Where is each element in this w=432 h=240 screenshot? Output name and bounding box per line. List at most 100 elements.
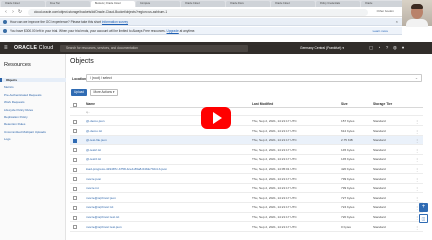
kebab-icon[interactable]: ⋮ xyxy=(415,184,419,193)
row-checkbox[interactable] xyxy=(73,119,77,124)
object-name-link[interactable]: @-test3.txt xyxy=(86,155,246,164)
table-row[interactable]: @-test-file.json Thu, Sep 2, 2021, 14:21:… xyxy=(70,136,423,146)
table-row[interactable]: @-test3.txt Thu, Sep 2, 2021, 14:21:17 UT… xyxy=(70,155,423,165)
sidebar-item-work-requests[interactable]: Work Requests xyxy=(4,100,24,104)
kebab-icon[interactable]: ⋮ xyxy=(415,165,419,174)
back-icon[interactable]: ‹ xyxy=(3,9,9,15)
column-size[interactable]: Size xyxy=(341,100,348,108)
kebab-icon[interactable]: ⋮ xyxy=(415,117,419,126)
sidebar-item-uncommitted-multipart-uploads[interactable]: Uncommitted Multipart Uploads xyxy=(4,130,46,134)
other-bookmarks[interactable]: Other bookm xyxy=(377,9,394,13)
table-row[interactable]: @-test2.txt Thu, Sep 2, 2021, 14:21:17 UT… xyxy=(70,146,423,155)
survey-banner: How can we improve the OCI experience? P… xyxy=(0,18,402,26)
kebab-icon[interactable]: ⋮ xyxy=(415,146,419,155)
filter-input[interactable]: q... xyxy=(86,108,90,116)
learn-more-link[interactable]: Learn more xyxy=(373,27,388,35)
feedback-icon[interactable]: ◫ xyxy=(419,214,428,223)
select-all-checkbox[interactable] xyxy=(73,102,77,107)
upgrade-link[interactable]: Upgrade xyxy=(167,29,179,33)
sidebar-item-replication-policy[interactable]: Replication Policy xyxy=(4,115,28,119)
storage-tier-cell: Standard xyxy=(373,157,386,162)
notifications-icon[interactable]: ◔ xyxy=(376,45,382,51)
storage-tier-cell: Standard xyxy=(373,176,386,181)
kebab-icon[interactable]: ⋮ xyxy=(415,155,419,164)
table-row[interactable]: mocre@orphnorr.test.json Thu, Sep 2, 2021… xyxy=(70,223,423,232)
last-modified-cell: Thu, Sep 2, 2021, 14:21:17 UTC xyxy=(252,205,297,210)
table-row[interactable]: @-demo.json Thu, Sep 2, 2021, 14:21:17 UT… xyxy=(70,117,423,127)
row-checkbox[interactable] xyxy=(73,177,77,182)
kebab-icon[interactable]: ⋮ xyxy=(415,194,419,203)
hamburger-icon[interactable]: ≡ xyxy=(4,45,10,51)
profile-icon[interactable]: ● xyxy=(400,45,406,51)
kebab-icon[interactable]: ⋮ xyxy=(415,175,419,184)
object-name-link[interactable]: load-progress-419487c-b758-4ce4-86a8-64b… xyxy=(86,165,246,174)
address-bar[interactable]: cloud.oracle.com/object-storage/buckets/… xyxy=(28,8,368,16)
help-widget-icon[interactable]: + xyxy=(419,203,428,212)
column-name[interactable]: Name xyxy=(86,100,95,108)
table-row[interactable]: mocre@orphnorr.txt Thu, Sep 2, 2021, 14:2… xyxy=(70,203,423,213)
row-checkbox[interactable] xyxy=(73,138,77,143)
language-icon[interactable]: ◍ xyxy=(392,45,398,51)
object-name-link[interactable]: mocre@orphnorr.json xyxy=(86,194,246,203)
code-editor-icon[interactable]: ▢ xyxy=(368,45,374,51)
table-row[interactable]: mocre@orphnorr.json Thu, Sep 2, 2021, 14:… xyxy=(70,194,423,203)
sidebar-item-objects[interactable]: Objects xyxy=(0,78,66,82)
table-row[interactable]: load-progress-419487c-b758-4ce4-86a8-64b… xyxy=(70,165,423,175)
row-checkbox[interactable] xyxy=(73,215,77,220)
kebab-icon[interactable]: ⋮ xyxy=(415,127,419,136)
storage-tier-cell: Standard xyxy=(373,195,386,200)
object-name-link[interactable]: mocre.txt xyxy=(86,184,246,193)
oracle-cloud-logo[interactable]: ORACLE Cloud xyxy=(14,42,53,54)
row-checkbox[interactable] xyxy=(73,196,77,201)
console-search-input[interactable]: Search for resources, services, and docu… xyxy=(60,44,248,52)
trial-banner: You have $300.00 left in your trial. Whe… xyxy=(0,27,402,35)
object-name-link[interactable]: mocre.json xyxy=(86,175,246,184)
size-cell: 2.75 KiB xyxy=(341,138,353,143)
object-name-link[interactable]: mocre@orphnorr.txt xyxy=(86,203,246,212)
sidebar-item-metrics[interactable]: Metrics xyxy=(4,85,14,89)
row-checkbox[interactable] xyxy=(73,148,77,153)
sidebar-item-logs[interactable]: Logs xyxy=(4,137,11,141)
play-icon[interactable] xyxy=(213,112,222,124)
storage-tier-cell: Standard xyxy=(373,224,386,229)
last-modified-cell: Thu, Sep 2, 2021, 14:21:17 UTC xyxy=(252,224,297,229)
region-selector[interactable]: Germany Central (Frankfurt) ▾ xyxy=(300,42,344,54)
table-row[interactable]: mocre@orphnorr.text.txt Thu, Sep 2, 2021,… xyxy=(70,213,423,223)
help-icon[interactable]: ? xyxy=(384,45,390,51)
kebab-icon[interactable]: ⋮ xyxy=(415,223,419,232)
size-cell: 724 bytes xyxy=(341,205,355,210)
storage-tier-cell: Standard xyxy=(373,167,386,171)
row-checkbox[interactable] xyxy=(73,205,77,210)
sidebar-item-retention-rules[interactable]: Retention Rules xyxy=(4,122,25,126)
object-name-link[interactable]: mocre@orphnorr.text.txt xyxy=(86,213,246,222)
forward-icon[interactable]: › xyxy=(10,9,16,15)
size-cell: 799 bytes xyxy=(341,176,355,181)
column-last-modified[interactable]: Last Modified xyxy=(252,100,273,108)
sidebar-item-pre-authenticated-requests[interactable]: Pre-Authenticated Requests xyxy=(4,93,42,97)
row-checkbox[interactable] xyxy=(73,225,77,230)
table-row[interactable]: mocre.json Thu, Sep 2, 2021, 14:21:17 UTC… xyxy=(70,175,423,184)
more-actions-button[interactable]: More Actions ▾ xyxy=(90,89,118,96)
size-cell: 799 bytes xyxy=(341,186,355,191)
kebab-icon[interactable]: ⋮ xyxy=(415,136,419,145)
location-select[interactable]: / (root) / select ⌄ xyxy=(86,74,422,82)
row-checkbox[interactable] xyxy=(73,157,77,162)
last-modified-cell: Thu, Sep 2, 2021, 14:21:17 UTC xyxy=(252,176,297,181)
object-name-link[interactable]: @-test-file.json xyxy=(86,136,246,145)
column-storage-tier[interactable]: Storage Tier xyxy=(373,100,392,108)
table-row[interactable]: @-demo.txt Thu, Sep 2, 2021, 14:21:17 UTC… xyxy=(70,127,423,136)
row-checkbox[interactable] xyxy=(73,167,77,172)
object-name-link[interactable]: mocre@orphnorr.test.json xyxy=(86,223,246,232)
survey-link[interactable]: information survey xyxy=(102,20,128,24)
upload-button[interactable]: Upload xyxy=(71,89,87,96)
info-icon xyxy=(3,20,7,24)
reload-icon[interactable]: ↻ xyxy=(17,9,23,15)
resources-sidebar: Resources Objects Metrics Pre-Authenticate… xyxy=(0,54,66,240)
table-row[interactable]: mocre.txt Thu, Sep 2, 2021, 14:21:17 UTC 7… xyxy=(70,184,423,194)
object-name-link[interactable]: @-test2.txt xyxy=(86,146,246,155)
sidebar-item-lifecycle-policy-rules[interactable]: Lifecycle Policy Rules xyxy=(4,108,33,112)
close-icon[interactable]: × xyxy=(396,18,398,26)
filter-row: q... xyxy=(70,108,423,116)
row-checkbox[interactable] xyxy=(73,186,77,191)
row-checkbox[interactable] xyxy=(73,129,77,134)
